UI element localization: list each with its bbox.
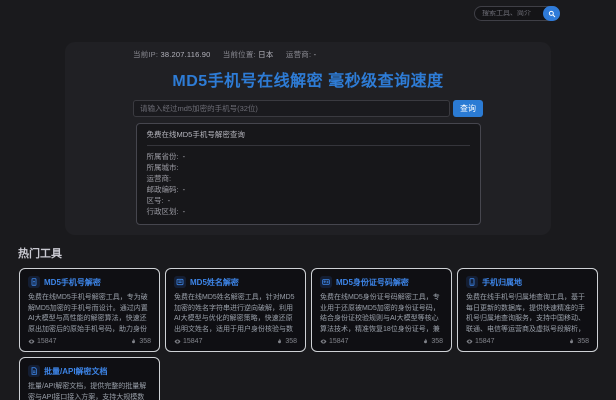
- phone-unlock-icon: [28, 276, 40, 288]
- result-row-province: 所属省份: -: [146, 152, 186, 161]
- flame-icon: [130, 338, 137, 345]
- search-button[interactable]: [543, 5, 560, 21]
- query-button[interactable]: 查询: [453, 100, 483, 117]
- tool-card-desc: 免费在线MD5手机号解密工具，专为破解MD5加密的手机号而设计。通过内置AI大模…: [28, 294, 148, 333]
- views-stat: 15847: [466, 338, 494, 345]
- document-icon: [28, 365, 40, 377]
- section-title-hot-tools: 热门工具: [18, 248, 62, 260]
- tool-card-title: MD5身份证号码解密: [336, 277, 409, 287]
- tool-card-title: 批量/API解密文档: [44, 366, 108, 376]
- tool-card-title: 手机归属地: [482, 277, 522, 287]
- views-stat: 15847: [174, 338, 202, 345]
- flame-icon: [276, 338, 283, 345]
- hot-stat: 358: [568, 338, 589, 345]
- id-card-icon: [320, 276, 332, 288]
- query-row: 查询: [133, 100, 483, 117]
- isp-label: 运营商:: [285, 50, 312, 59]
- smartphone-icon: [466, 276, 478, 288]
- result-row-district: 行政区划: -: [146, 207, 186, 216]
- site-search[interactable]: [474, 5, 591, 21]
- tool-card-title: MD5手机号解密: [44, 277, 101, 287]
- hot-stat: 358: [422, 338, 443, 345]
- page-title: MD5手机号在线解密 毫秒级查询速度: [172, 73, 444, 90]
- search-icon: [548, 6, 556, 21]
- ip-value: 38.207.116.90: [160, 50, 211, 59]
- tool-card-batch-api-docs[interactable]: 批量/API解密文档 批量/API解密文档，提供完整的批量解密与API接口接入方…: [19, 357, 160, 400]
- tool-card-md5-phone[interactable]: MD5手机号解密 免费在线MD5手机号解密工具，专为破解MD5加密的手机号而设计…: [19, 268, 160, 352]
- flame-icon: [422, 338, 429, 345]
- tool-card-phone-location[interactable]: 手机归属地 免费在线手机号归属地查询工具，基于每日更新的数据库，提供快速精准的手…: [457, 268, 598, 352]
- isp-value: -: [313, 50, 317, 59]
- result-row-zipcode: 邮政编码: -: [146, 185, 186, 194]
- location-label: 当前位置:: [222, 50, 256, 59]
- eye-icon: [466, 338, 473, 345]
- tool-cards-grid: MD5手机号解密 免费在线MD5手机号解密工具，专为破解MD5加密的手机号而设计…: [19, 268, 601, 400]
- result-panel-title: 免费在线MD5手机号解密查询: [146, 129, 470, 146]
- tool-card-md5-name[interactable]: MD5姓名解密 免费在线MD5姓名解密工具，针对MD5加密的姓名字符串进行逆向破…: [165, 268, 306, 352]
- topbar: [0, 0, 616, 26]
- location-value: 日本: [258, 50, 274, 59]
- hero-panel: 当前IP: 38.207.116.90 当前位置: 日本 运营商: - MD5手…: [65, 42, 551, 235]
- md5-input[interactable]: [133, 100, 450, 117]
- tool-card-md5-idcard[interactable]: MD5身份证号码解密 免费在线MD5身份证号码解密工具，专业用于还原被MD5加密…: [311, 268, 452, 352]
- ip-label: 当前IP:: [133, 50, 159, 59]
- flame-icon: [568, 338, 575, 345]
- tool-card-desc: 批量/API解密文档，提供完整的批量解密与API接口接入方案，支持大规模数据批量…: [28, 383, 147, 400]
- tool-card-desc: 免费在线手机号归属地查询工具，基于每日更新的数据库，提供快速精准的手机号归属地查…: [466, 294, 585, 333]
- list-lines-icon: [174, 276, 186, 288]
- tool-card-desc: 免费在线MD5姓名解密工具，针对MD5加密的姓名字符串进行逆向破解，利用AI大模…: [174, 294, 295, 333]
- result-row-city: 所属城市:: [146, 163, 179, 172]
- search-input[interactable]: [475, 9, 591, 17]
- tool-card-desc: 免费在线MD5身份证号码解密工具，专业用于还原被MD5加密的身份证号码，结合身份…: [320, 294, 440, 333]
- eye-icon: [28, 338, 35, 345]
- result-panel: 免费在线MD5手机号解密查询 所属省份: - 所属城市: 运营商: 邮政编码: - …: [135, 123, 481, 225]
- visitor-meta: 当前IP: 38.207.116.90 当前位置: 日本 运营商: -: [89, 49, 527, 60]
- hot-stat: 358: [276, 338, 297, 345]
- eye-icon: [320, 338, 327, 345]
- hot-stat: 358: [130, 338, 151, 345]
- result-rows: 所属省份: - 所属城市: 运营商: 邮政编码: - 区号: - 行政区划: -: [147, 151, 470, 217]
- views-stat: 15847: [320, 338, 348, 345]
- result-row-carrier: 运营商:: [146, 174, 172, 183]
- views-stat: 15847: [28, 338, 56, 345]
- tool-card-title: MD5姓名解密: [190, 277, 239, 287]
- result-row-areacode: 区号: -: [146, 196, 171, 205]
- eye-icon: [174, 338, 181, 345]
